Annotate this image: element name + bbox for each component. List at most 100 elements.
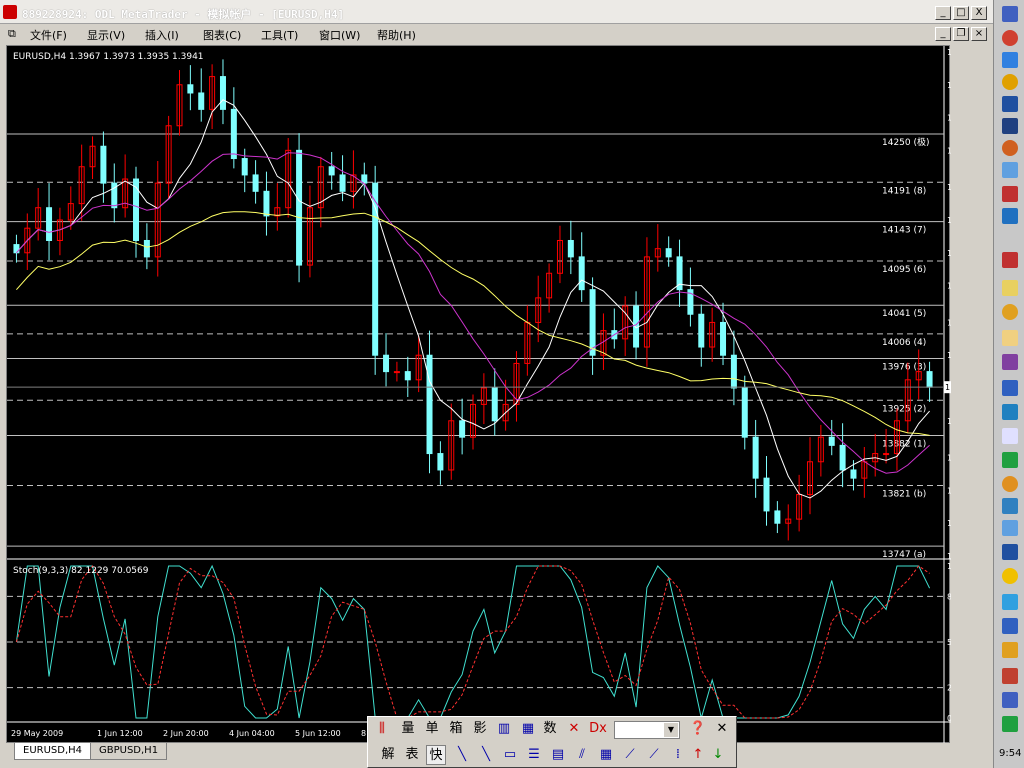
toolbar-btn-7[interactable]: 表 (402, 745, 422, 765)
fibo-icon[interactable]: ☰ (524, 745, 544, 765)
window-title: 889228924: ODL MetaTrader - 模拟帐户 - [EURU… (22, 8, 345, 21)
app-icon-23[interactable] (1002, 594, 1018, 610)
candle-body (752, 436, 759, 479)
dx-icon[interactable]: Dx (588, 719, 608, 739)
app-icon-18[interactable] (1002, 452, 1018, 468)
time-tick-label: 29 May 2009 (11, 729, 63, 738)
histogram-icon[interactable]: ▦ (518, 719, 538, 739)
toolbar-btn-8[interactable]: 快 (426, 745, 446, 765)
app-icon-15[interactable] (1002, 380, 1018, 396)
candle-body (578, 256, 585, 291)
app-icon-16[interactable] (1002, 404, 1018, 420)
chart-window[interactable]: 14250 (极) 14191 (8) 14143 (7) 14095 (6) 1404… (6, 45, 951, 744)
app-icon-11[interactable] (1002, 252, 1018, 268)
app-icon-4[interactable] (1002, 74, 1018, 90)
app-icon-8[interactable] (1002, 162, 1018, 178)
maximize-button[interactable]: □ (953, 6, 969, 20)
app-icon-19[interactable] (1002, 476, 1018, 492)
candle-body (850, 469, 857, 479)
minimize-button[interactable]: _ (935, 6, 951, 20)
cross-icon[interactable]: ✕ (564, 719, 584, 739)
parallel-icon[interactable]: ⫽ (572, 745, 592, 765)
arrow-down-icon[interactable]: ↓ (708, 745, 728, 765)
line-icon[interactable]: ╲ (452, 745, 472, 765)
stoch-tick-label: 20 (947, 684, 951, 693)
child-minimize-button[interactable]: _ (935, 27, 951, 41)
toolbar-close-icon[interactable]: ✕ (712, 719, 732, 739)
toolbar-dropdown[interactable]: ▼ (614, 721, 680, 739)
candle-body (730, 354, 737, 389)
qq-icon[interactable] (1002, 568, 1018, 584)
candle-body (774, 510, 781, 524)
folder-icon[interactable] (1002, 330, 1018, 346)
menu-tools[interactable]: 工具(T) (261, 27, 298, 43)
toolbar-btn-2[interactable]: 单 (422, 719, 442, 739)
menu-window[interactable]: 窗口(W) (319, 27, 360, 43)
app-icon-14[interactable] (1002, 354, 1018, 370)
app-icon-3[interactable] (1002, 52, 1018, 68)
app-icon-5[interactable] (1002, 96, 1018, 112)
toolbar-btn-1[interactable]: 量 (398, 719, 418, 739)
app-icon-21[interactable] (1002, 520, 1018, 536)
app-icon-1[interactable] (1002, 6, 1018, 22)
app-icon-12[interactable] (1002, 280, 1018, 296)
price-tick-label: 1.3980 (947, 351, 951, 360)
help-icon[interactable]: ❓ (688, 719, 708, 739)
candle-body (252, 174, 259, 192)
close-button[interactable]: X (971, 6, 987, 20)
grid-icon[interactable]: ▦ (596, 745, 616, 765)
stoch-tick-label: 50 (947, 638, 951, 647)
candle-body (883, 453, 890, 456)
menu-file[interactable]: 文件(F) (30, 27, 67, 43)
app-icon-20[interactable] (1002, 498, 1018, 514)
level-label: 14041 (5) (882, 309, 926, 319)
chart-canvas[interactable]: 14250 (极) 14191 (8) 14143 (7) 14095 (6) 1404… (7, 46, 951, 744)
toolbar-btn-3[interactable]: 箱 (446, 719, 466, 739)
gann-icon[interactable]: ⟋ (644, 745, 664, 765)
level-label: 14095 (6) (882, 265, 926, 275)
toolbar-btn-4[interactable]: 影 (470, 719, 490, 739)
toolbar-btn-6[interactable]: 解 (378, 745, 398, 765)
chevron-down-icon[interactable]: ▼ (664, 723, 678, 737)
rectangle-icon[interactable]: ▭ (500, 745, 520, 765)
candle-body (404, 371, 411, 381)
menu-charts[interactable]: 图表(C) (203, 27, 241, 43)
bars-icon[interactable]: ▥ (494, 719, 514, 739)
app-icon-24[interactable] (1002, 618, 1018, 634)
menu-chart-icon[interactable]: ⧉ (8, 27, 16, 41)
app-icon-25[interactable] (1002, 642, 1018, 658)
channel-icon[interactable]: ▤ (548, 745, 568, 765)
app-icon-28[interactable] (1002, 716, 1018, 732)
level-label: 14250 (极) (882, 136, 930, 148)
candle-icon[interactable]: ⫼ (372, 719, 392, 739)
tab-eurusd[interactable]: EURUSD,H4 (14, 743, 92, 760)
app-icon-27[interactable] (1002, 692, 1018, 708)
toolbar-btn-5[interactable]: 数 (540, 719, 560, 739)
app-icon-2[interactable] (1002, 30, 1018, 46)
menu-insert[interactable]: 插入(I) (145, 27, 179, 43)
candle-body (230, 108, 237, 160)
candle-body (100, 145, 107, 184)
app-icon-22[interactable] (1002, 544, 1018, 560)
cycle-icon[interactable]: ⁞ (668, 745, 688, 765)
app-icon-7[interactable] (1002, 140, 1018, 156)
arrow-up-icon[interactable]: ↑ (688, 745, 708, 765)
child-restore-button[interactable]: ❐ (953, 27, 969, 41)
menu-view[interactable]: 显示(V) (87, 27, 125, 43)
candle-body (383, 354, 390, 373)
app-icon-6[interactable] (1002, 118, 1018, 134)
fan-icon[interactable]: ⟋ (620, 745, 640, 765)
app-icon-26[interactable] (1002, 668, 1018, 684)
candle-body (263, 190, 270, 217)
app-icon (3, 5, 17, 19)
app-icon-10[interactable] (1002, 208, 1018, 224)
app-icon-9[interactable] (1002, 186, 1018, 202)
app-icon-13[interactable] (1002, 304, 1018, 320)
child-close-button[interactable]: × (971, 27, 987, 41)
menu-help[interactable]: 帮助(H) (377, 27, 416, 43)
tab-gbpusd[interactable]: GBPUSD,H1 (90, 743, 168, 760)
candle-body (13, 244, 20, 254)
ray-icon[interactable]: ╲ (476, 745, 496, 765)
app-icon-17[interactable] (1002, 428, 1018, 444)
time-tick-label: 5 Jun 12:00 (295, 729, 341, 738)
